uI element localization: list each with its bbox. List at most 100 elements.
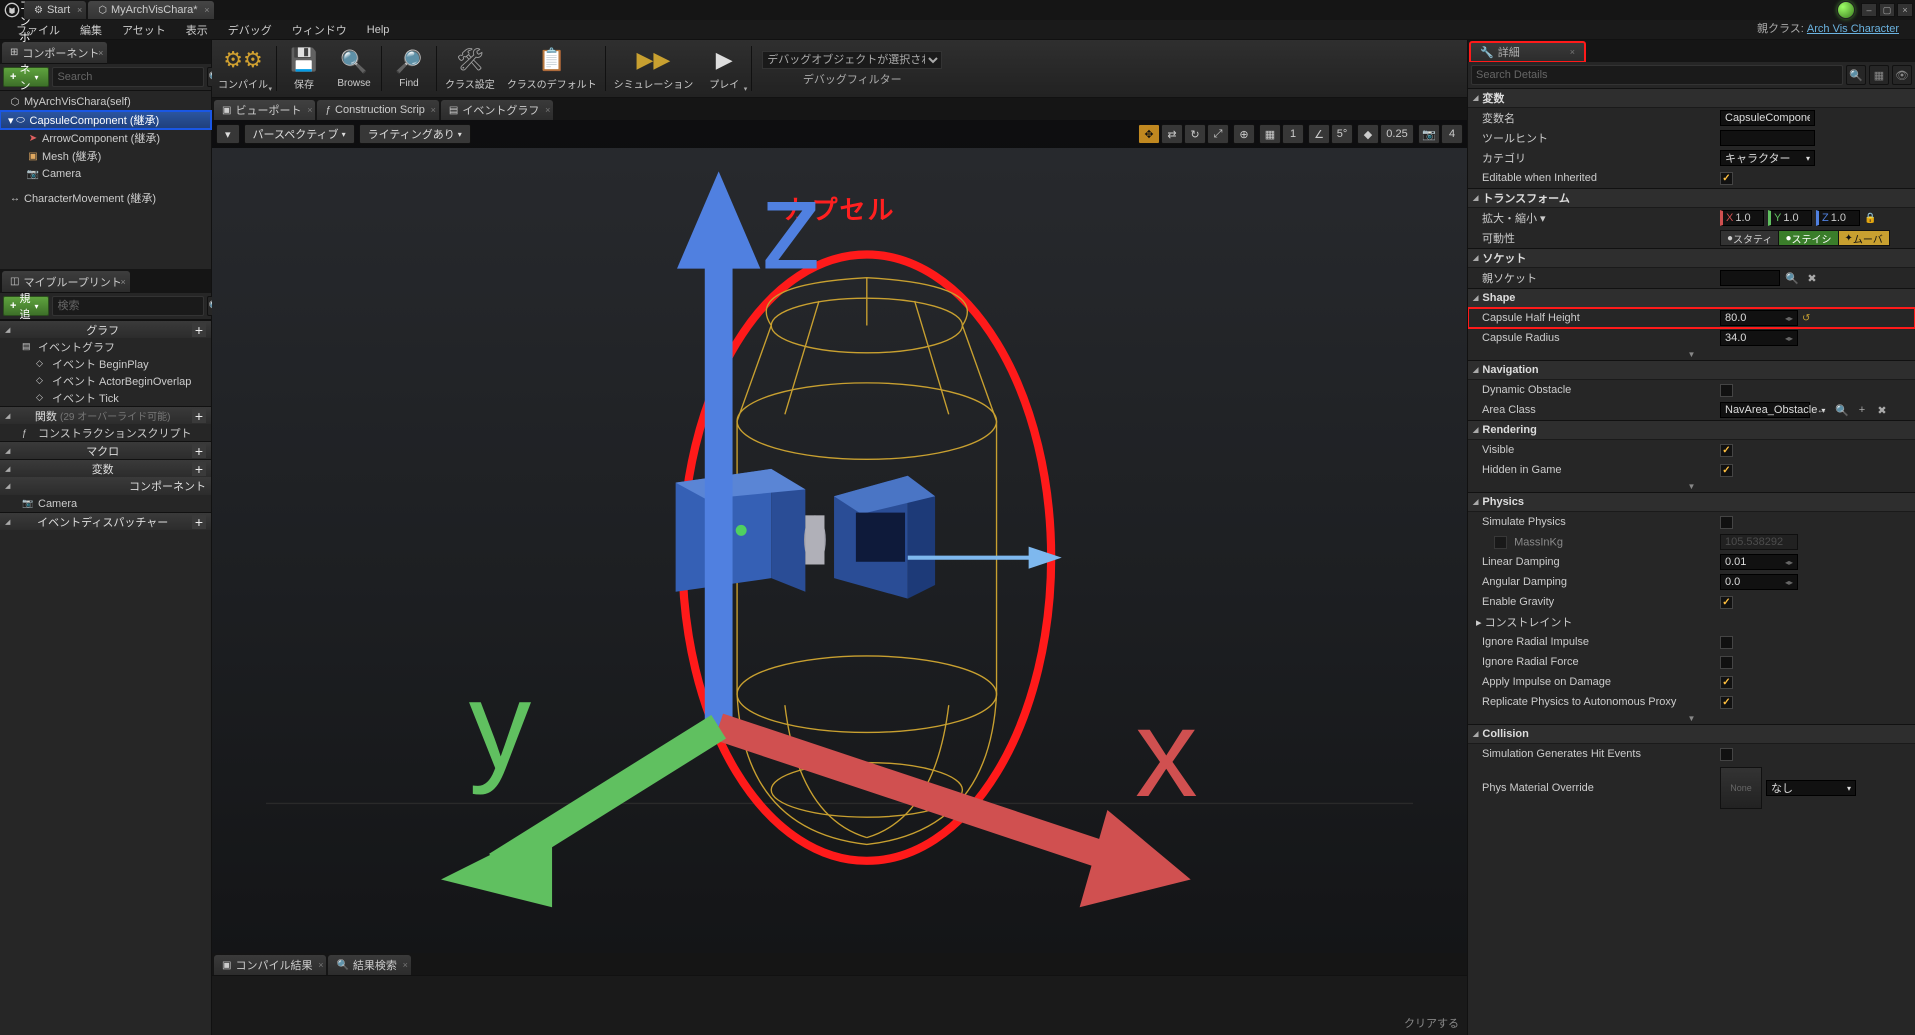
label-scale[interactable]: 拡大・縮小 ▾ (1476, 210, 1720, 226)
lock-icon[interactable]: 🔒 (1864, 213, 1876, 224)
linear-damping-input[interactable]: 0.01◂▸ (1720, 554, 1798, 570)
component-capsule[interactable]: ▾ ⬭ CapsuleComponent (継承) (0, 111, 211, 129)
play-button[interactable]: ▶ プレイ (699, 40, 749, 97)
search-blueprint-input[interactable] (52, 296, 204, 316)
close-icon[interactable]: × (121, 277, 126, 287)
close-button[interactable]: × (1897, 3, 1913, 17)
capsule-radius-input[interactable]: 34.0◂▸ (1720, 330, 1798, 346)
menu-help[interactable]: Help (357, 24, 400, 36)
scale-z-input[interactable]: Z1.0 (1816, 210, 1860, 226)
component-arrow[interactable]: ➤ ArrowComponent (継承) (0, 129, 211, 147)
simulate-physics-checkbox[interactable] (1720, 516, 1733, 529)
add-new-button[interactable]: 新規追加 (3, 296, 49, 316)
property-matrix-icon[interactable]: ▦ (1869, 65, 1889, 85)
mobility-movable[interactable]: ✦ ムーバ (1839, 231, 1889, 245)
dynamic-obstacle-checkbox[interactable] (1720, 384, 1733, 397)
bp-item-camera[interactable]: 📷 Camera (0, 495, 211, 512)
component-self[interactable]: ⬡ MyArchVisChara(self) (0, 93, 211, 111)
bp-section-macros[interactable]: マクロ+ (0, 441, 211, 459)
menu-debug[interactable]: デバッグ (218, 22, 282, 38)
category-shape[interactable]: Shape (1468, 288, 1915, 308)
component-movement[interactable]: ↔ CharacterMovement (継承) (0, 189, 211, 207)
bp-item-beginplay[interactable]: ◇ イベント BeginPlay (0, 355, 211, 372)
search-icon[interactable]: 🔍 (1846, 65, 1866, 85)
simulation-button[interactable]: ▶▶ シミュレーション (608, 40, 700, 97)
close-icon[interactable]: × (77, 5, 82, 15)
mobility-static[interactable]: ● スタティ (1721, 231, 1779, 245)
search-socket-icon[interactable]: 🔍 (1784, 270, 1800, 286)
label-constraints[interactable]: ▸ コンストレイント (1476, 614, 1720, 630)
editable-inherited-checkbox[interactable] (1720, 172, 1733, 185)
ignore-radial-force-checkbox[interactable] (1720, 656, 1733, 669)
hidden-in-game-checkbox[interactable] (1720, 464, 1733, 477)
close-icon[interactable]: × (1570, 47, 1575, 57)
area-class-dropdown[interactable]: NavArea_Obstacle (1720, 402, 1810, 418)
search-details-input[interactable] (1471, 65, 1843, 85)
capsule-half-height-input[interactable]: 80.0◂▸ (1720, 310, 1798, 326)
components-panel-tab[interactable]: ⊞ コンポーネント × (2, 42, 107, 64)
scale-x-input[interactable]: X1.0 (1720, 210, 1764, 226)
replicate-physics-checkbox[interactable] (1720, 696, 1733, 709)
view-options-icon[interactable]: 👁 (1892, 65, 1912, 85)
myblueprint-panel-tab[interactable]: ◫ マイブループリント × (2, 271, 130, 293)
category-collision[interactable]: Collision (1468, 724, 1915, 744)
bp-section-functions[interactable]: 関数 (29 オーバーライド可能) + (0, 406, 211, 424)
bp-section-components[interactable]: コンポーネント (0, 477, 211, 495)
close-icon[interactable]: × (431, 105, 436, 115)
details-panel-tab[interactable]: 🔧 詳細 × (1470, 42, 1585, 62)
close-icon[interactable]: × (204, 5, 209, 15)
add-variable-icon[interactable]: + (192, 462, 206, 476)
save-button[interactable]: 💾 保存 (279, 40, 329, 97)
clear-results-button[interactable]: クリアする (1404, 1015, 1459, 1031)
class-defaults-button[interactable]: 📋 クラスのデフォルト (501, 40, 603, 97)
bp-section-variables[interactable]: 変数+ (0, 459, 211, 477)
tab-construction[interactable]: ƒ Construction Scrip × (317, 100, 438, 120)
bp-section-graphs[interactable]: グラフ+ (0, 320, 211, 338)
tooltip-input[interactable] (1720, 130, 1815, 146)
menu-asset[interactable]: アセット (112, 22, 176, 38)
bp-section-dispatchers[interactable]: イベントディスパッチャー+ (0, 512, 211, 530)
expand-shape-icon[interactable]: ▼ (1468, 348, 1915, 360)
browse-asset-icon[interactable]: 🔍 (1834, 402, 1850, 418)
mass-override-checkbox[interactable] (1494, 536, 1507, 549)
add-dispatcher-icon[interactable]: + (192, 515, 206, 529)
bp-item-tick[interactable]: ◇ イベント Tick (0, 389, 211, 406)
category-rendering[interactable]: Rendering (1468, 420, 1915, 440)
expand-physics-icon[interactable]: ▼ (1468, 712, 1915, 724)
phys-material-dropdown[interactable]: なし (1766, 780, 1856, 796)
window-tab-start[interactable]: ⚙ Start × (24, 1, 86, 19)
mobility-selector[interactable]: ● スタティ ● ステイシ ✦ ムーバ (1720, 230, 1890, 246)
close-icon[interactable]: × (307, 105, 312, 115)
window-tab-asset[interactable]: ⬡ MyArchVisChara* × (88, 1, 213, 19)
ignore-radial-impulse-checkbox[interactable] (1720, 636, 1733, 649)
bp-item-actorbeginoverlap[interactable]: ◇ イベント ActorBeginOverlap (0, 372, 211, 389)
parent-socket-input[interactable] (1720, 270, 1780, 286)
add-graph-icon[interactable]: + (192, 323, 206, 337)
bp-item-construction[interactable]: ƒ コンストラクションスクリプト (0, 424, 211, 441)
category-variable[interactable]: 変数 (1468, 88, 1915, 108)
category-sockets[interactable]: ソケット (1468, 248, 1915, 268)
category-physics[interactable]: Physics (1468, 492, 1915, 512)
tab-find-results[interactable]: 🔍 結果検索 × (328, 955, 410, 975)
close-icon[interactable]: × (545, 105, 550, 115)
mobility-stationary[interactable]: ● ステイシ (1779, 231, 1838, 245)
browse-button[interactable]: 🔍 Browse (329, 40, 379, 97)
find-button[interactable]: 🔎 Find (384, 40, 434, 97)
parent-class-link[interactable]: Arch Vis Character (1807, 23, 1899, 35)
menu-window[interactable]: ウィンドウ (282, 22, 357, 38)
category-transform[interactable]: トランスフォーム (1468, 188, 1915, 208)
bp-item-eventgraph[interactable]: ▤ イベントグラフ (0, 338, 211, 355)
category-navigation[interactable]: Navigation (1468, 360, 1915, 380)
expand-rendering-icon[interactable]: ▼ (1468, 480, 1915, 492)
scale-y-input[interactable]: Y1.0 (1768, 210, 1812, 226)
menu-file[interactable]: ファイル (6, 22, 70, 38)
variable-name-input[interactable] (1720, 110, 1815, 126)
enable-gravity-checkbox[interactable] (1720, 596, 1733, 609)
new-asset-icon[interactable]: + (1854, 402, 1870, 418)
angular-damping-input[interactable]: 0.0◂▸ (1720, 574, 1798, 590)
close-icon[interactable]: × (318, 960, 323, 970)
apply-impulse-damage-checkbox[interactable] (1720, 676, 1733, 689)
sim-hit-events-checkbox[interactable] (1720, 748, 1733, 761)
menu-edit[interactable]: 編集 (70, 22, 112, 38)
add-component-button[interactable]: コンポーネントを追加 (3, 67, 49, 87)
